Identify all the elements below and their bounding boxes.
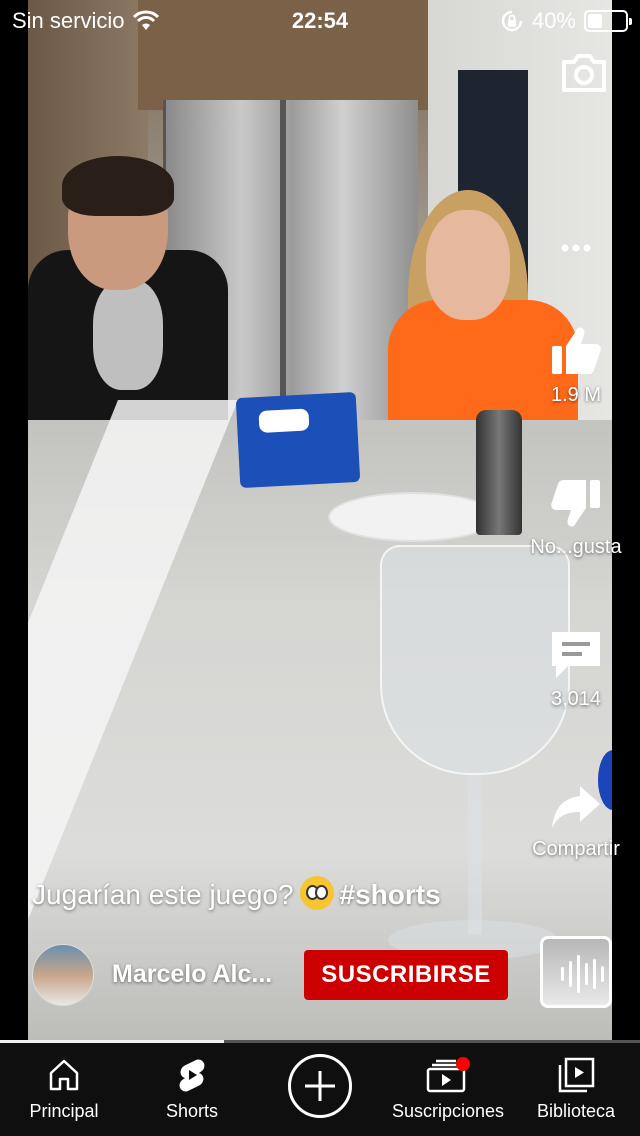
- like-button[interactable]: 1.9 M: [520, 324, 632, 407]
- caption-text: Jugarían este juego?: [32, 879, 294, 910]
- nav-item-home[interactable]: Principal: [0, 1043, 128, 1136]
- orientation-lock-icon: [501, 10, 523, 32]
- comments-button[interactable]: 3,014: [520, 628, 632, 711]
- shorts-icon: [179, 1059, 205, 1092]
- nav-item-subscriptions[interactable]: Suscripciones: [384, 1043, 512, 1136]
- video-scene-person-left: [28, 156, 248, 440]
- share-icon: [552, 786, 600, 828]
- video-scene-fridge-split: [280, 100, 286, 420]
- video-scene-cookie-pack: [235, 391, 361, 489]
- create-button[interactable]: [288, 1054, 352, 1118]
- nav-item-create[interactable]: [256, 1043, 384, 1136]
- camera-icon: [562, 54, 606, 92]
- more-options-button[interactable]: [520, 230, 632, 266]
- share-button[interactable]: Compartir: [520, 782, 632, 861]
- video-scene-bottle: [476, 410, 522, 535]
- sound-thumbnail-button[interactable]: [540, 936, 612, 1008]
- nav-label-subscriptions: Suscripciones: [391, 1101, 505, 1121]
- battery-percent: 40%: [531, 8, 576, 33]
- notification-dot: [456, 1057, 470, 1071]
- nav-label-library: Biblioteca: [536, 1101, 616, 1121]
- more-horizontal-icon: [561, 244, 591, 252]
- share-label: Compartir: [532, 838, 620, 860]
- library-icon: [558, 1057, 595, 1093]
- thumbs-down-icon: [551, 480, 600, 527]
- video-scene-glass-stem: [468, 775, 482, 935]
- home-icon: [49, 1059, 79, 1091]
- channel-avatar[interactable]: [32, 944, 94, 1006]
- carrier-info: Sin servicio: [12, 8, 160, 34]
- hashtag-link[interactable]: #shorts: [340, 879, 441, 910]
- battery-area: 40%: [500, 8, 632, 34]
- flushed-face-emoji-icon: [299, 876, 334, 910]
- dislike-button[interactable]: No...gusta: [520, 476, 632, 559]
- channel-name[interactable]: Marcelo Alc...: [112, 960, 272, 989]
- nav-label-shorts: Shorts: [165, 1101, 219, 1121]
- wifi-icon: [133, 10, 160, 30]
- channel-row: Marcelo Alc... SUSCRIBIRSE: [32, 936, 612, 1008]
- carrier-label: Sin servicio: [12, 8, 125, 33]
- status-bar: Sin servicio 22:54 40%: [0, 0, 640, 42]
- comment-icon: [552, 632, 600, 678]
- nav-label-home: Principal: [29, 1101, 99, 1121]
- nav-item-library[interactable]: Biblioteca: [512, 1043, 640, 1136]
- like-count: 1.9 M: [550, 384, 602, 406]
- comment-count: 3,014: [550, 688, 602, 710]
- audio-waveform-icon: [561, 955, 604, 993]
- subscribe-button[interactable]: SUSCRIBIRSE: [304, 950, 508, 1000]
- create-plus-icon: [305, 1071, 335, 1101]
- video-scene-plate: [328, 492, 498, 542]
- dislike-label: No...gusta: [530, 536, 622, 558]
- camera-button[interactable]: [560, 52, 608, 94]
- thumbs-up-icon: [552, 327, 601, 374]
- video-caption: Jugarían este juego? #shorts: [32, 876, 441, 911]
- nav-item-shorts[interactable]: Shorts: [128, 1043, 256, 1136]
- subscriptions-icon: [426, 1057, 470, 1093]
- bottom-nav: Principal Shorts Suscripciones Bibliotec…: [0, 1043, 640, 1136]
- battery-icon: [584, 10, 632, 32]
